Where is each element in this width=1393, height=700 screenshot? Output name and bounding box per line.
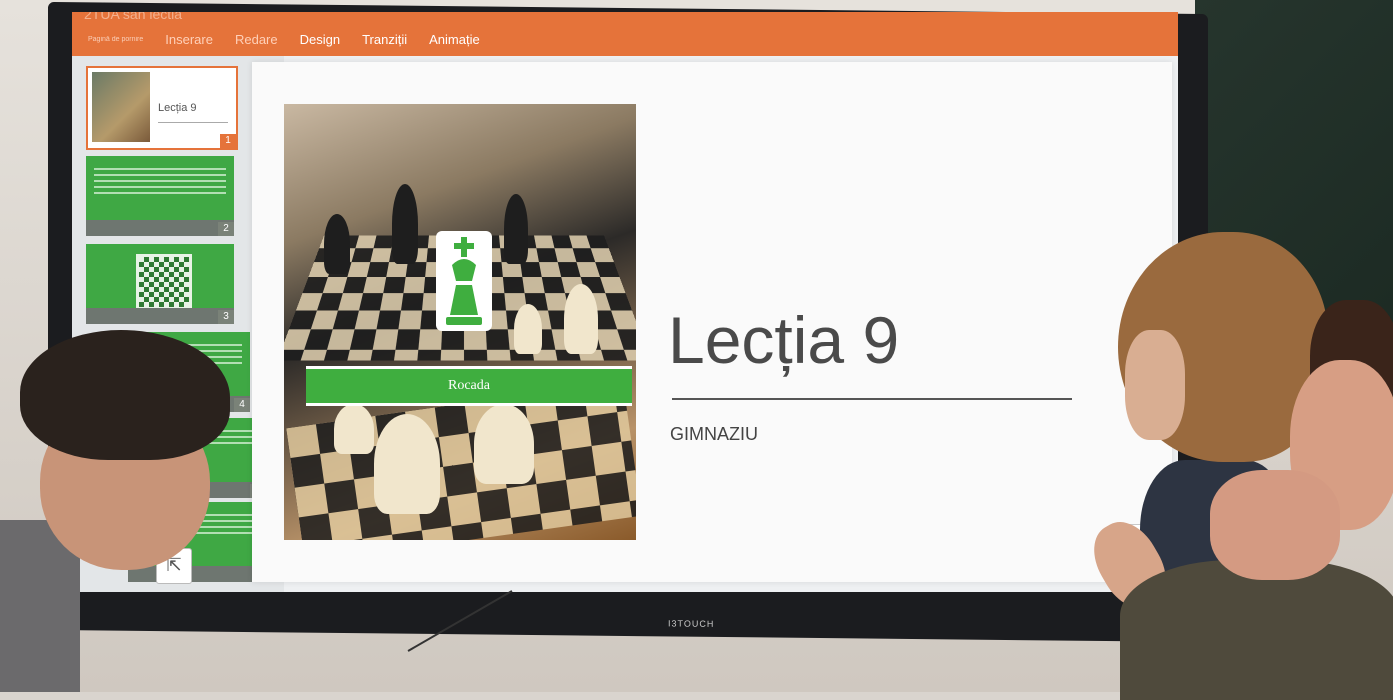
chess-piece bbox=[564, 284, 598, 354]
tab-home[interactable]: Pagină de pornire bbox=[88, 36, 143, 43]
thumbnail-text-lines bbox=[94, 168, 226, 198]
boy-hair bbox=[20, 330, 230, 460]
image-caption: Rocada bbox=[306, 366, 632, 406]
ribbon-menu: Pagină de pornire Inserare Redare Design… bbox=[88, 32, 480, 47]
slide-subtitle[interactable]: GIMNAZIU bbox=[670, 424, 758, 445]
slide-thumbnail-3[interactable]: 3 bbox=[86, 244, 234, 324]
slide-number: 4 bbox=[234, 398, 250, 412]
girl-foreground-body bbox=[1120, 560, 1393, 700]
slide-number: 1 bbox=[220, 134, 236, 148]
slide-number: 3 bbox=[218, 310, 234, 324]
tab-insert[interactable]: Inserare bbox=[165, 32, 213, 47]
ribbon-toolbar: 2TUA sah lectia Pagină de pornire Insera… bbox=[72, 12, 1178, 56]
tab-transitions[interactable]: Tranziții bbox=[362, 32, 407, 47]
thumbnail-footer bbox=[86, 308, 234, 324]
chess-piece bbox=[504, 194, 528, 264]
presentation-app: 2TUA sah lectia Pagină de pornire Insera… bbox=[72, 12, 1178, 592]
chess-piece bbox=[392, 184, 418, 264]
document-title: 2TUA sah lectia bbox=[84, 12, 182, 22]
chess-piece bbox=[324, 214, 350, 274]
girl-pointing-face bbox=[1125, 330, 1185, 440]
slide-thumbnail-2[interactable]: 2 bbox=[86, 156, 234, 236]
tab-design[interactable]: Design bbox=[300, 32, 340, 47]
slide-canvas: Rocada Lecția 9 GIMNAZIU ← → bbox=[252, 62, 1172, 582]
title-divider bbox=[672, 398, 1072, 400]
thumbnail-rule bbox=[158, 122, 228, 123]
tab-animation[interactable]: Animație bbox=[429, 32, 480, 47]
rook-piece bbox=[374, 414, 440, 514]
hand-at-mouth bbox=[1210, 470, 1340, 580]
chess-piece bbox=[474, 404, 534, 484]
thumbnail-image bbox=[92, 72, 150, 142]
slide-thumbnail-1[interactable]: Lecția 9 1 bbox=[86, 66, 238, 150]
chess-piece bbox=[514, 304, 542, 354]
chess-piece bbox=[334, 404, 374, 454]
tab-playback[interactable]: Redare bbox=[235, 32, 278, 47]
chess-photo: Rocada bbox=[284, 104, 636, 540]
device-brand: I3TOUCH bbox=[668, 618, 714, 628]
king-icon bbox=[434, 229, 494, 333]
thumbnail-title: Lecția 9 bbox=[158, 102, 197, 114]
chessboard-thumbnail bbox=[136, 254, 192, 310]
slide-title[interactable]: Lecția 9 bbox=[668, 302, 899, 378]
thumbnail-footer bbox=[86, 220, 234, 236]
slide-number: 2 bbox=[218, 222, 234, 236]
